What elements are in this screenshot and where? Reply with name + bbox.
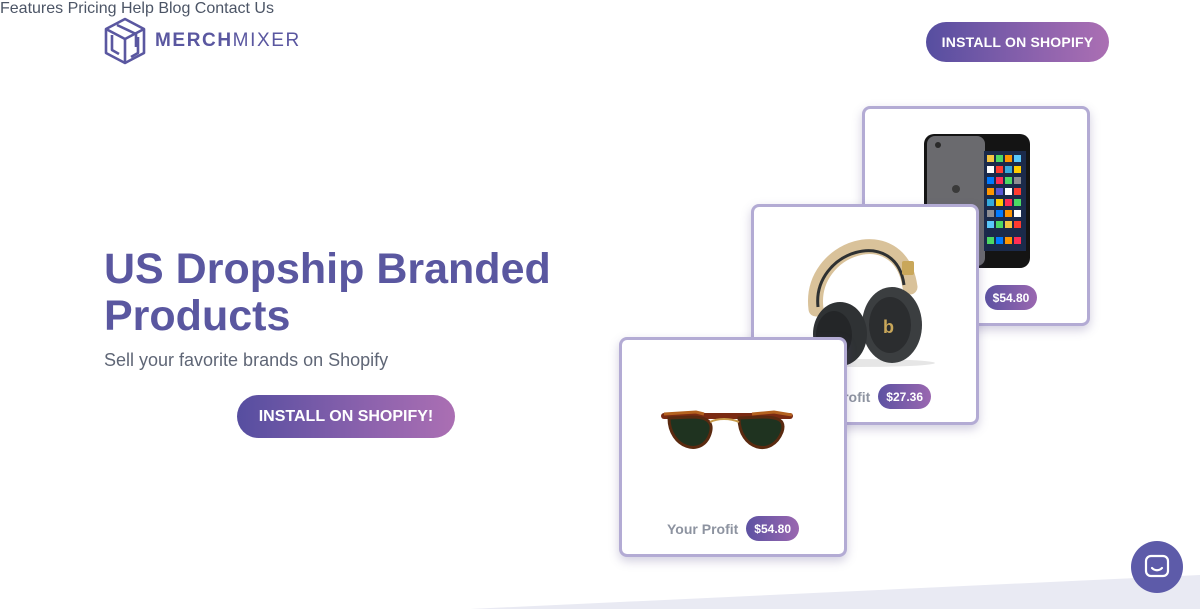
nav-link-pricing[interactable]: Pricing bbox=[68, 0, 117, 17]
svg-text:b: b bbox=[883, 317, 894, 337]
brand-logo[interactable]: MERCHMIXER bbox=[103, 17, 301, 65]
sunglasses-price-badge: $54.80 bbox=[746, 516, 799, 541]
sunglasses-price-row: Your Profit $54.80 bbox=[622, 516, 844, 541]
nav-link-contact-us[interactable]: Contact Us bbox=[195, 0, 274, 17]
brand-name-light: MIXER bbox=[232, 30, 301, 51]
product-card-sunglasses[interactable]: Your Profit $54.80 bbox=[619, 337, 847, 557]
brand-name-bold: MERCH bbox=[155, 30, 233, 51]
brand-wordmark: MERCHMIXER bbox=[155, 30, 301, 52]
headphones-price-badge: $27.36 bbox=[878, 384, 931, 409]
hero-install-button[interactable]: INSTALL ON SHOPIFY! bbox=[237, 395, 455, 438]
hero-title: US Dropship Branded Products bbox=[104, 245, 551, 340]
ipod-price-badge: $54.80 bbox=[984, 285, 1038, 310]
nav-link-features[interactable]: Features bbox=[0, 0, 63, 17]
nav-link-blog[interactable]: Blog bbox=[158, 0, 190, 17]
hero-subtitle: Sell your favorite brands on Shopify bbox=[104, 350, 389, 370]
sunglasses-profit-label: Your Profit bbox=[667, 520, 739, 537]
main-nav: Features Pricing Help Blog Contact Us bbox=[0, 0, 1200, 18]
chat-bubble-icon bbox=[1144, 554, 1170, 578]
header-install-button[interactable]: INSTALL ON SHOPIFY bbox=[926, 22, 1109, 62]
nav-link-help[interactable]: Help bbox=[121, 0, 154, 17]
merchmixer-cube-logo-icon bbox=[104, 17, 146, 65]
chat-launcher-button[interactable] bbox=[1131, 541, 1183, 593]
